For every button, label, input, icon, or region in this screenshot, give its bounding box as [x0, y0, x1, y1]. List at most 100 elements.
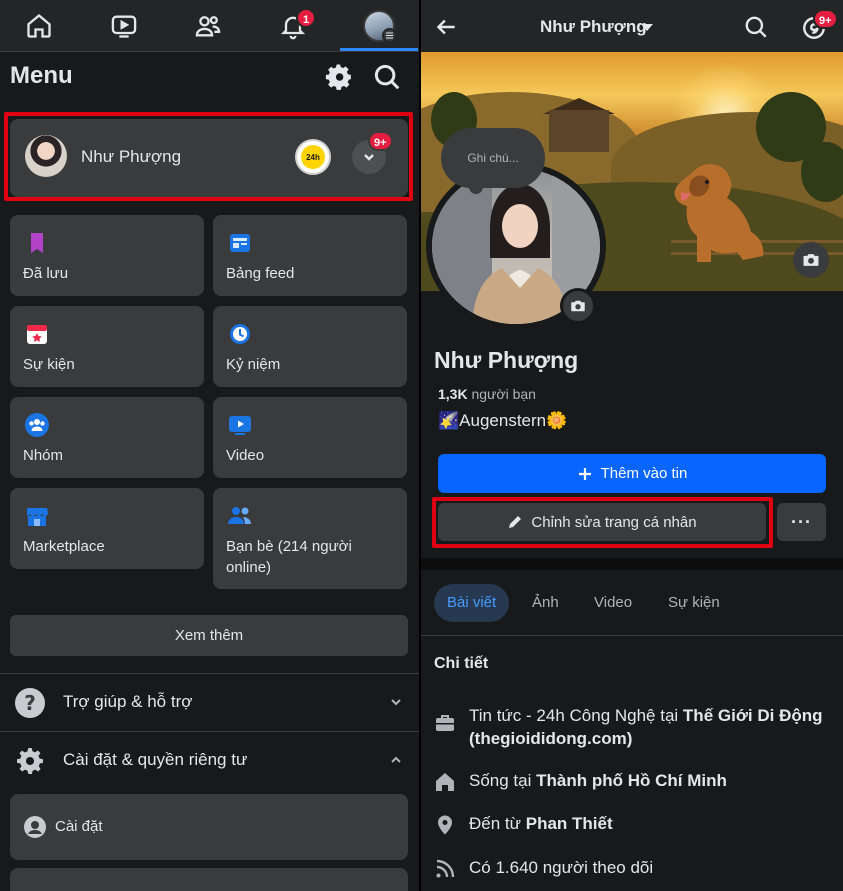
video-play-icon — [111, 15, 137, 38]
tile-events[interactable]: Sự kiện — [10, 306, 204, 387]
gear-icon — [325, 64, 351, 90]
detail-from: Đến từ Phan Thiết — [434, 812, 834, 836]
highlight-box — [432, 497, 773, 548]
tile-label: Marketplace — [23, 538, 105, 555]
people-icon — [195, 16, 221, 37]
edit-cover-button[interactable] — [793, 242, 829, 278]
profile-panel: Như Phượng 9+ Ghi chú... Như Phượng 1,3K… — [421, 0, 843, 891]
add-story-label: Thêm vào tin — [600, 465, 688, 482]
friends-count[interactable]: 1,3K người bạn — [438, 386, 536, 402]
row-label: Cài đặt & quyền riêng tư — [63, 750, 248, 769]
from-prefix: Đến từ — [469, 814, 526, 833]
detail-work: Tin tức - 24h Công Nghệ tại Thế Giới Di … — [434, 704, 834, 752]
messages-badge: 9+ — [813, 9, 838, 29]
tab-posts[interactable]: Bài viết — [434, 584, 510, 622]
settings-privacy-row[interactable]: Cài đặt & quyền riêng tư — [0, 733, 419, 789]
home-tab[interactable] — [19, 6, 59, 46]
edit-avatar-button[interactable] — [560, 288, 596, 324]
detail-text: Tin tức - 24h Công Nghệ tại Thế Giới Di … — [469, 704, 839, 750]
memories-clock-icon — [230, 324, 250, 344]
search-button[interactable] — [372, 62, 402, 92]
tile-label: Bạn bè (214 người online) — [226, 538, 352, 576]
details-title: Chi tiết — [434, 655, 489, 672]
groups-icon — [25, 413, 49, 437]
highlight-box — [4, 112, 413, 201]
settings-item-next[interactable] — [10, 868, 408, 891]
tile-label: Đã lưu — [23, 265, 69, 282]
tile-label: Bảng feed — [226, 265, 295, 282]
tab-photos[interactable]: Ảnh — [519, 584, 572, 622]
search-icon — [374, 64, 400, 90]
profile-name: Như Phượng — [434, 347, 579, 373]
home-icon — [27, 13, 51, 38]
menu-tab[interactable] — [359, 6, 399, 46]
chevron-down-icon — [391, 699, 401, 706]
tile-saved[interactable]: Đã lưu — [10, 215, 204, 296]
lives-place-link[interactable]: Thành phố Hồ Chí Minh — [536, 771, 727, 790]
briefcase-icon — [436, 715, 454, 731]
chevron-up-icon — [391, 756, 401, 763]
section-separator — [421, 558, 843, 570]
camera-icon — [571, 300, 585, 312]
home-icon — [436, 773, 454, 791]
detail-text: Sống tại Thành phố Hồ Chí Minh — [469, 769, 839, 792]
svg-text:?: ? — [24, 691, 36, 715]
caret-down-icon[interactable] — [641, 24, 653, 31]
note-bubble[interactable]: Ghi chú... — [441, 128, 545, 188]
tile-label: Video — [226, 447, 265, 464]
camera-icon — [803, 254, 819, 266]
settings-button[interactable] — [324, 62, 354, 92]
tile-marketplace[interactable]: Marketplace — [10, 488, 204, 569]
tile-label: Kỷ niệm — [226, 356, 281, 373]
page-title: Menu — [10, 62, 73, 89]
header-profile-name[interactable]: Như Phượng — [540, 17, 647, 37]
settings-label: Cài đặt — [55, 818, 103, 835]
tab-events[interactable]: Sự kiện — [655, 584, 733, 622]
menu-panel: 1 Menu Như Phượng 24h 9+ Đã lưu Bảng fee… — [0, 0, 419, 891]
watch-tab[interactable] — [104, 6, 144, 46]
active-tab-indicator — [340, 48, 418, 51]
marketplace-icon — [27, 508, 48, 526]
back-arrow-icon[interactable] — [433, 14, 459, 40]
detail-followers[interactable]: Có 1.640 người theo dõi — [434, 856, 834, 880]
row-label: Trợ giúp & hỗ trợ — [63, 692, 193, 711]
friends-tab[interactable] — [188, 6, 228, 46]
add-to-story-button[interactable]: Thêm vào tin — [438, 454, 826, 493]
tile-feed[interactable]: Bảng feed — [213, 215, 407, 296]
see-more-button[interactable]: Xem thêm — [10, 615, 408, 656]
cover-house — [549, 110, 609, 152]
tab-videos[interactable]: Video — [581, 584, 645, 622]
tile-friends[interactable]: Bạn bè (214 người online) — [213, 488, 407, 589]
tile-label: Nhóm — [23, 447, 64, 464]
bio: 🌠Augenstern🌼 — [438, 411, 567, 431]
rss-feed-icon — [436, 859, 455, 878]
location-pin-icon — [438, 815, 452, 835]
divider — [0, 673, 419, 674]
bio-text: Augenstern — [459, 411, 547, 430]
settings-item[interactable]: Cài đặt — [10, 794, 408, 860]
from-place-link[interactable]: Phan Thiết — [526, 814, 613, 833]
tile-video[interactable]: Video — [213, 397, 407, 478]
more-options-button[interactable]: ··· — [777, 503, 826, 541]
tile-memories[interactable]: Kỷ niệm — [213, 306, 407, 387]
feed-icon — [230, 234, 250, 252]
bookmark-icon — [31, 233, 43, 253]
help-support-row[interactable]: ? Trợ giúp & hỗ trợ — [0, 675, 419, 731]
tile-label: Sự kiện — [23, 356, 75, 373]
detail-text: Đến từ Phan Thiết — [469, 812, 839, 835]
detail-lives-in: Sống tại Thành phố Hồ Chí Minh — [434, 769, 834, 793]
hamburger-icon — [382, 28, 397, 43]
friends-number: 1,3K — [438, 386, 468, 402]
notification-badge: 1 — [296, 8, 316, 28]
followers-text: Có 1.640 người theo dõi — [469, 858, 654, 877]
search-icon[interactable] — [743, 14, 769, 40]
shooting-star-emoji: 🌠 — [438, 411, 460, 430]
tile-groups[interactable]: Nhóm — [10, 397, 204, 478]
friends-label: người bạn — [471, 386, 536, 402]
divider — [0, 731, 419, 732]
user-circle-icon — [24, 816, 46, 838]
top-navigation-bar: 1 — [0, 0, 419, 52]
question-circle-icon: ? — [15, 688, 45, 718]
cover-dog — [674, 164, 764, 262]
profile-tabs: Bài viết Ảnh Video Sự kiện — [421, 570, 843, 636]
